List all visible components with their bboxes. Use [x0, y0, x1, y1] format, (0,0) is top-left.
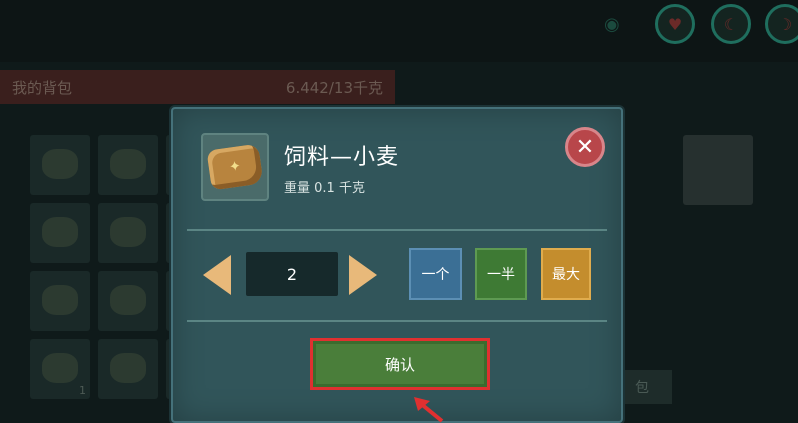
detail-slot: [683, 135, 753, 205]
divider: [187, 320, 607, 322]
moon-icon[interactable]: ☽: [765, 4, 798, 44]
item-icon-frame: ✦: [201, 133, 269, 201]
inventory-slot[interactable]: 1: [30, 339, 90, 399]
inventory-slot[interactable]: [98, 271, 158, 331]
decrease-arrow-icon[interactable]: [203, 255, 231, 295]
increase-arrow-icon[interactable]: [349, 255, 377, 295]
backpack-header: 我的背包 6.442/13千克: [0, 70, 395, 104]
item-name: 饲料—小麦: [284, 145, 400, 170]
wheat-sack-icon: ✦: [206, 143, 264, 191]
inventory-slot[interactable]: [30, 203, 90, 263]
close-icon: ✕: [575, 134, 595, 160]
inventory-slot[interactable]: [98, 203, 158, 263]
backpack-title: 我的背包: [12, 78, 73, 97]
inventory-slot[interactable]: [30, 271, 90, 331]
half-button[interactable]: 一半: [475, 248, 527, 300]
max-button[interactable]: 最大: [541, 248, 591, 300]
close-button[interactable]: ✕: [565, 127, 605, 167]
quantity-dialog: ✦ 饲料—小麦 重量 0.1 千克 ✕ 2 一个 一半 最大 确认: [171, 107, 623, 423]
wifi-icon: ◉: [604, 14, 620, 35]
one-button[interactable]: 一个: [409, 248, 462, 300]
item-weight: 重量 0.1 千克: [284, 181, 365, 196]
divider: [187, 229, 607, 231]
confirm-button[interactable]: 确认: [310, 338, 490, 390]
inventory-slot[interactable]: [98, 339, 158, 399]
pointer-arrow-icon: [414, 397, 444, 423]
backpack-weight: 6.442/13千克: [285, 78, 383, 97]
quantity-field[interactable]: 2: [246, 252, 338, 296]
inventory-slot[interactable]: [98, 135, 158, 195]
heart-icon[interactable]: ♥: [655, 4, 695, 44]
inventory-slot[interactable]: [30, 135, 90, 195]
leaf-icon[interactable]: ☾: [711, 4, 751, 44]
